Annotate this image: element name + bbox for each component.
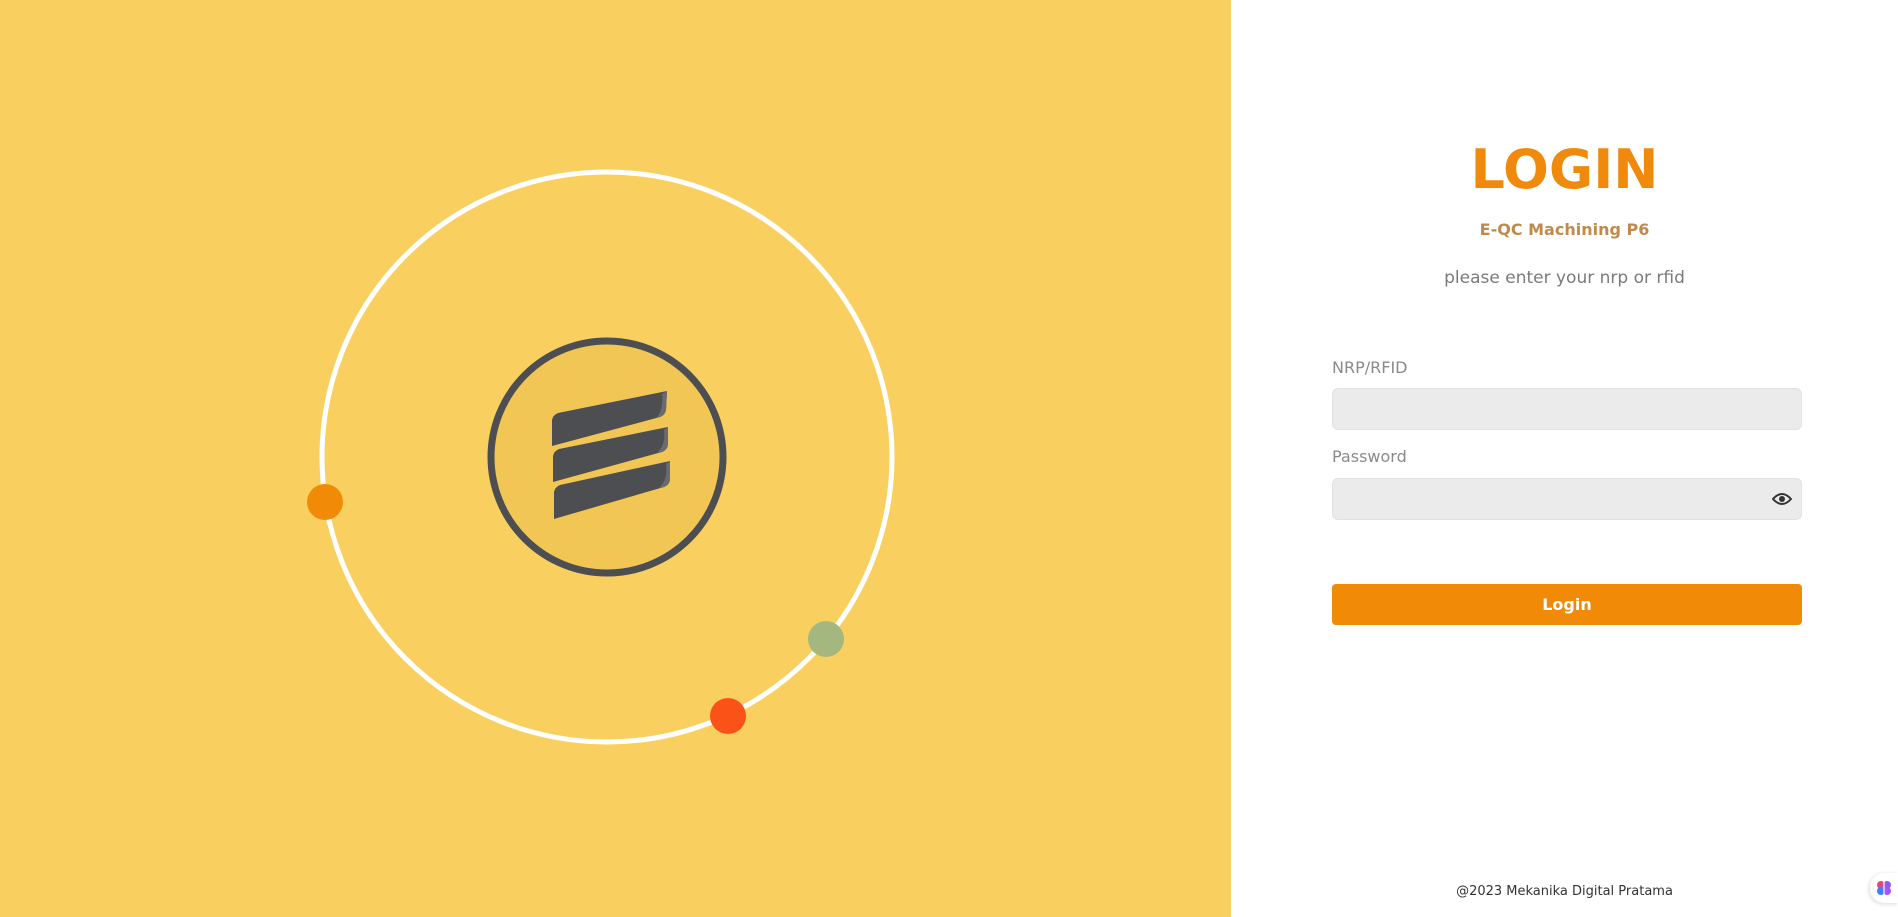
footer-copyright: @2023 Mekanika Digital Pratama xyxy=(1456,884,1673,899)
login-page: LOGIN E-QC Machining P6 please enter you… xyxy=(0,0,1898,917)
orbit-dot-orange xyxy=(307,484,343,520)
brand-illustration xyxy=(307,169,895,745)
login-panel: LOGIN E-QC Machining P6 please enter you… xyxy=(1231,0,1898,917)
extension-brain-icon[interactable] xyxy=(1870,873,1898,903)
password-label: Password xyxy=(1332,447,1407,466)
orbit-dot-red xyxy=(710,698,746,734)
password-input[interactable] xyxy=(1332,478,1802,520)
login-instruction: please enter your nrp or rfid xyxy=(1444,268,1685,288)
show-password-eye-icon[interactable] xyxy=(1771,489,1793,509)
orbit-dot-green xyxy=(808,621,844,657)
company-logo-icon xyxy=(487,337,727,577)
app-name: E-QC Machining P6 xyxy=(1479,220,1650,239)
nrp-rfid-input[interactable] xyxy=(1332,388,1802,430)
login-button[interactable]: Login xyxy=(1332,584,1802,625)
nrp-rfid-label: NRP/RFID xyxy=(1332,358,1408,377)
login-title: LOGIN xyxy=(1470,138,1659,201)
brand-panel xyxy=(0,0,1231,917)
